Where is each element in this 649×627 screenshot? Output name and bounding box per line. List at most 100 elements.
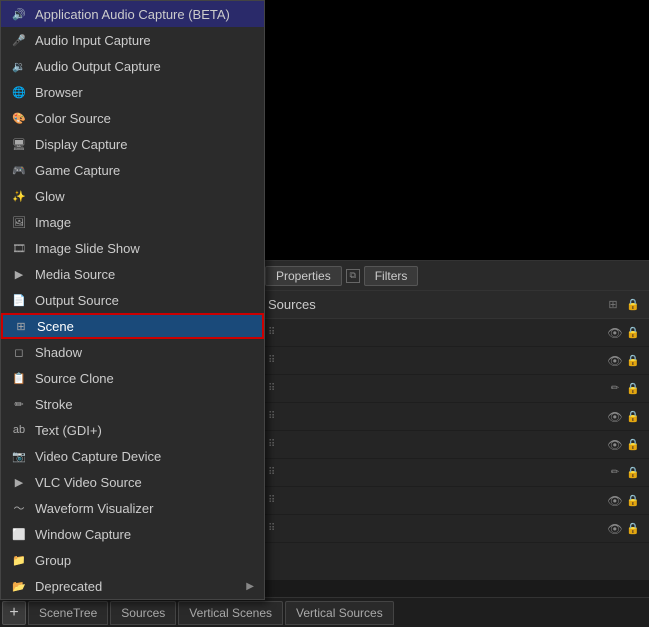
menu-item-label-stroke: Stroke bbox=[35, 397, 254, 412]
scene-icon: ⊞ bbox=[13, 318, 29, 334]
row-drag-icon: ⠿ bbox=[268, 523, 275, 534]
group-icon: 📁 bbox=[11, 552, 27, 568]
lock-icon[interactable]: 🔒 bbox=[625, 465, 641, 481]
visibility-icon[interactable]: 👁 bbox=[607, 353, 623, 369]
visibility-icon[interactable]: 👁 bbox=[607, 493, 623, 509]
source-row[interactable]: ⠿ ✏ 🔒 bbox=[260, 375, 649, 403]
add-tab-button[interactable]: + bbox=[2, 601, 26, 625]
source-row[interactable]: ⠿ 👁 🔒 bbox=[260, 347, 649, 375]
visibility-icon[interactable]: 👁 bbox=[607, 437, 623, 453]
menu-item-label-source-clone: Source Clone bbox=[35, 371, 254, 386]
lock-icon[interactable]: 🔒 bbox=[625, 493, 641, 509]
source-row-icons: 👁 🔒 bbox=[607, 325, 641, 341]
menu-item-audio-input[interactable]: 🎤Audio Input Capture bbox=[1, 27, 264, 53]
menu-item-browser[interactable]: 🌐Browser bbox=[1, 79, 264, 105]
menu-item-label-color-source: Color Source bbox=[35, 111, 254, 126]
menu-item-glow[interactable]: ✨Glow bbox=[1, 183, 264, 209]
glow-icon: ✨ bbox=[11, 188, 27, 204]
menu-item-source-clone[interactable]: 📋 Source Clone bbox=[1, 365, 264, 391]
source-row[interactable]: ⠿ ✏ 🔒 bbox=[260, 459, 649, 487]
menu-item-stroke[interactable]: ✏Stroke bbox=[1, 391, 264, 417]
tab-scene-tree[interactable]: SceneTree bbox=[28, 601, 108, 625]
tab-vertical-scenes[interactable]: Vertical Scenes bbox=[178, 601, 283, 625]
shadow-icon: ◻ bbox=[11, 344, 27, 360]
game-icon: 🎮 bbox=[11, 162, 27, 178]
lock-icon[interactable]: 🔒 bbox=[625, 381, 641, 397]
source-row-icons: 👁 🔒 bbox=[607, 521, 641, 537]
panel-area: Properties ⧉ Filters Sources ⊞ 🔒 ⠿ 👁 🔒 ⠿… bbox=[260, 260, 649, 580]
sources-panel-content[interactable]: ⠿ 👁 🔒 ⠿ 👁 🔒 ⠿ ✏ 🔒 ⠿ bbox=[260, 319, 649, 580]
menu-item-waveform[interactable]: 〜 Waveform Visualizer bbox=[1, 495, 264, 521]
menu-item-label-display-capture: Display Capture bbox=[35, 137, 254, 152]
properties-button[interactable]: Properties bbox=[265, 266, 342, 286]
source-dropdown-menu: 🔊Application Audio Capture (BETA)🎤Audio … bbox=[0, 0, 265, 600]
menu-item-label-output-source: Output Source bbox=[35, 293, 254, 308]
window-icon: ⬜ bbox=[11, 526, 27, 542]
display-icon: 🖥 bbox=[11, 136, 27, 152]
edit-icon[interactable]: ✏ bbox=[607, 381, 623, 397]
source-row[interactable]: ⠿ 👁 🔒 bbox=[260, 319, 649, 347]
source-row-icons: 👁 🔒 bbox=[607, 493, 641, 509]
tab-scene-tree-label: SceneTree bbox=[39, 606, 97, 620]
menu-item-label-vlc-video: VLC Video Source bbox=[35, 475, 254, 490]
menu-item-label-image: Image bbox=[35, 215, 254, 230]
source-row[interactable]: ⠿ 👁 🔒 bbox=[260, 431, 649, 459]
video-icon: 📷 bbox=[11, 448, 27, 464]
tab-bar: + SceneTree Sources Vertical Scenes Vert… bbox=[0, 597, 649, 627]
panel-grid-icon: ⊞ bbox=[605, 297, 621, 313]
source-row[interactable]: ⠿ 👁 🔒 bbox=[260, 515, 649, 543]
menu-item-color-source[interactable]: 🎨 Color Source bbox=[1, 105, 264, 131]
source-row-icons: 👁 🔒 bbox=[607, 409, 641, 425]
edit-icon[interactable]: ✏ bbox=[607, 465, 623, 481]
tab-sources[interactable]: Sources bbox=[110, 601, 176, 625]
menu-item-image[interactable]: 🖼Image bbox=[1, 209, 264, 235]
menu-item-shadow[interactable]: ◻Shadow bbox=[1, 339, 264, 365]
color-icon: 🎨 bbox=[11, 110, 27, 126]
lock-icon[interactable]: 🔒 bbox=[625, 325, 641, 341]
menu-item-deprecated[interactable]: 📂Deprecated▶ bbox=[1, 573, 264, 599]
media-icon: ▶ bbox=[11, 266, 27, 282]
row-drag-icon: ⠿ bbox=[268, 355, 275, 366]
menu-item-display-capture[interactable]: 🖥 Display Capture bbox=[1, 131, 264, 157]
source-row-icons: ✏ 🔒 bbox=[607, 465, 641, 481]
speaker-icon: 🔉 bbox=[11, 58, 27, 74]
menu-item-text-gdi[interactable]: abText (GDI+) bbox=[1, 417, 264, 443]
menu-item-video-capture[interactable]: 📷Video Capture Device bbox=[1, 443, 264, 469]
lock-icon[interactable]: 🔒 bbox=[625, 353, 641, 369]
menu-item-label-image-slide-show: Image Slide Show bbox=[35, 241, 254, 256]
lock-icon[interactable]: 🔒 bbox=[625, 521, 641, 537]
visibility-icon[interactable]: 👁 bbox=[607, 325, 623, 341]
tab-vertical-sources-label: Vertical Sources bbox=[296, 606, 383, 620]
menu-item-vlc-video[interactable]: ▶VLC Video Source bbox=[1, 469, 264, 495]
visibility-icon[interactable]: 👁 bbox=[607, 409, 623, 425]
panel-toolbar: Properties ⧉ Filters bbox=[260, 261, 649, 291]
menu-item-media-source[interactable]: ▶Media Source bbox=[1, 261, 264, 287]
filters-icon: ⧉ bbox=[346, 269, 360, 283]
menu-item-image-slide-show[interactable]: 🎞Image Slide Show bbox=[1, 235, 264, 261]
menu-item-app-audio-capture[interactable]: 🔊Application Audio Capture (BETA) bbox=[1, 1, 264, 27]
row-drag-icon: ⠿ bbox=[268, 383, 275, 394]
menu-item-scene[interactable]: ⊞Scene bbox=[1, 313, 264, 339]
lock-icon[interactable]: 🔒 bbox=[625, 437, 641, 453]
menu-item-label-waveform: Waveform Visualizer bbox=[35, 501, 254, 516]
menu-item-group[interactable]: 📁Group bbox=[1, 547, 264, 573]
menu-item-game-capture[interactable]: 🎮Game Capture bbox=[1, 157, 264, 183]
lock-icon[interactable]: 🔒 bbox=[625, 409, 641, 425]
source-row[interactable]: ⠿ 👁 🔒 bbox=[260, 403, 649, 431]
filters-button[interactable]: Filters bbox=[364, 266, 419, 286]
menu-item-output-source[interactable]: 📄Output Source bbox=[1, 287, 264, 313]
menu-item-label-audio-output: Audio Output Capture bbox=[35, 59, 254, 74]
tab-vertical-sources[interactable]: Vertical Sources bbox=[285, 601, 394, 625]
row-drag-icon: ⠿ bbox=[268, 439, 275, 450]
menu-item-audio-output[interactable]: 🔉 Audio Output Capture bbox=[1, 53, 264, 79]
tab-sources-label: Sources bbox=[121, 606, 165, 620]
row-drag-icon: ⠿ bbox=[268, 327, 275, 338]
menu-item-window-capture[interactable]: ⬜Window Capture bbox=[1, 521, 264, 547]
clone-icon: 📋 bbox=[11, 370, 27, 386]
preview-area bbox=[260, 0, 649, 260]
wave-icon: 〜 bbox=[11, 500, 27, 516]
app-audio-icon: 🔊 bbox=[11, 6, 27, 22]
panel-header-icons: ⊞ 🔒 bbox=[605, 297, 641, 313]
source-row[interactable]: ⠿ 👁 🔒 bbox=[260, 487, 649, 515]
visibility-icon[interactable]: 👁 bbox=[607, 521, 623, 537]
